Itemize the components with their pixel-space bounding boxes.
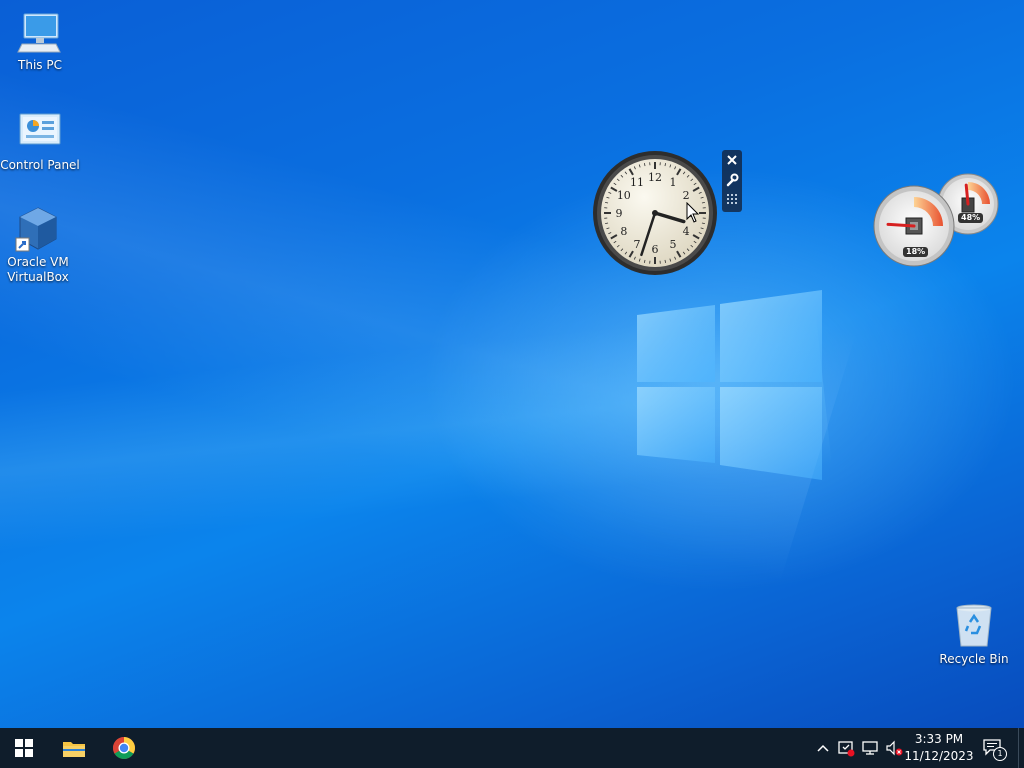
cpu-needle [886,222,916,228]
desktop-icon-virtualbox[interactable]: Oracle VM VirtualBox [0,205,78,285]
clock-numeral: 10 [617,189,631,202]
chevron-up-icon [817,744,829,752]
desktop-icon-label: Recycle Bin [939,652,1009,666]
volume-tray-button[interactable] [884,738,904,758]
clock-numeral: 8 [620,225,627,238]
desktop-icon-label: Oracle VM VirtualBox [7,255,69,284]
drag-gadget-handle[interactable] [722,190,742,210]
clock-numeral: 1 [670,176,677,189]
desktop[interactable]: { "desktop": { "icons": [ {"label": "Thi… [0,0,1024,768]
cpu-usage-label: 18% [903,247,929,257]
desktop-icon-label: This PC [18,58,62,72]
gadget-options-button[interactable] [722,170,742,190]
security-tray-button[interactable] [836,738,856,758]
volume-muted-icon [886,740,903,756]
security-alert-icon [838,741,855,757]
gadget-toolbar [722,150,742,212]
chrome-button[interactable] [100,728,148,768]
chrome-icon [113,737,135,759]
recycle-bin-icon [950,602,998,650]
desktop-icon-recycle-bin[interactable]: Recycle Bin [934,602,1014,667]
file-explorer-button[interactable] [50,728,98,768]
wrench-icon [726,173,739,187]
control-panel-icon [16,108,64,156]
virtualbox-icon [14,205,62,253]
clock-numeral: 12 [648,171,662,184]
clock-numeral: 7 [634,238,641,251]
folder-icon [63,742,85,757]
taskbar-time: 3:33 PM [914,732,964,746]
close-icon [727,155,737,165]
taskbar-clock[interactable]: 3:33 PM 11/12/2023 [902,731,976,765]
desktop-icon-label: Control Panel [0,158,80,172]
network-icon [862,741,878,755]
clock-numeral: 9 [616,207,623,220]
desktop-icon-control-panel[interactable]: Control Panel [0,108,80,173]
computer-icon [16,8,64,56]
start-button[interactable] [0,728,48,768]
memory-needle [964,183,970,206]
drag-grip-icon [727,194,737,204]
clock-numeral: 4 [683,225,690,238]
show-desktop-button[interactable] [1018,728,1024,768]
clock-numeral: 11 [630,176,644,189]
mouse-cursor-icon [686,202,700,223]
clock-numeral: 2 [683,189,690,202]
notification-count-badge: 1 [993,747,1007,761]
memory-usage-label: 48% [958,213,984,223]
taskbar-date: 11/12/2023 [904,749,974,763]
cpu-meter-gadget[interactable]: 48% 18% [872,172,1002,268]
close-gadget-button[interactable] [722,150,742,170]
clock-numeral: 5 [670,238,677,251]
network-tray-button[interactable] [860,738,880,758]
windows-logo-wallpaper [637,290,822,480]
taskbar: 3:33 PM 11/12/2023 1 [0,728,1024,768]
windows-start-icon [15,739,33,757]
desktop-icon-this-pc[interactable]: This PC [0,8,80,73]
clock-numeral: 6 [652,243,659,256]
show-hidden-icons-button[interactable] [813,738,833,758]
